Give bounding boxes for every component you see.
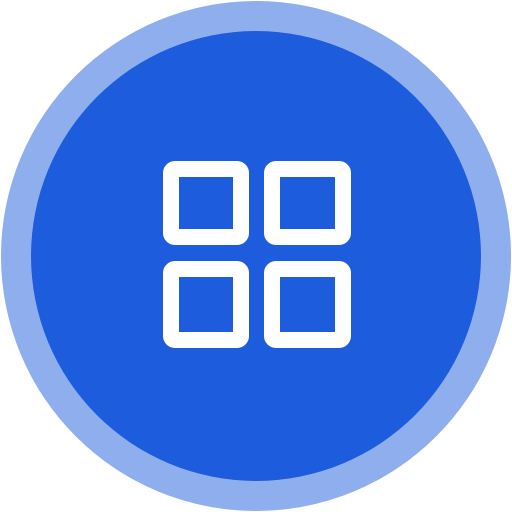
- inner-disc: [31, 31, 481, 481]
- app-grid-icon-graphic: [1, 1, 511, 511]
- app-grid-button[interactable]: [1, 1, 511, 511]
- icon-canvas: [0, 0, 512, 512]
